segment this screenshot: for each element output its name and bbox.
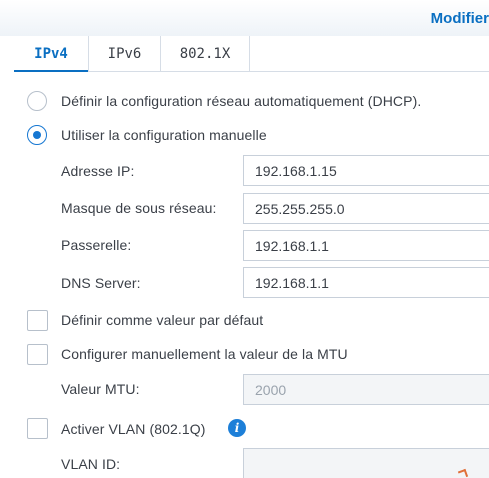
gateway-label: Passerelle: <box>61 237 132 253</box>
vlan-checkbox-label: Activer VLAN (802.1Q) <box>61 421 206 437</box>
manual-mtu-checkbox[interactable] <box>27 344 48 365</box>
info-icon[interactable]: i <box>228 419 246 437</box>
dns-server-label: DNS Server: <box>61 275 141 291</box>
manual-mtu-checkbox-label: Configurer manuellement la valeur de la … <box>61 346 348 362</box>
mtu-value-label: Valeur MTU: <box>61 381 140 397</box>
dhcp-radio-label: Définir la configuration réseau automati… <box>61 93 422 109</box>
ip-address-label: Adresse IP: <box>61 163 135 179</box>
default-value-checkbox-label: Définir comme valeur par défaut <box>61 312 264 328</box>
subnet-mask-value: 255.255.255.0 <box>255 200 345 217</box>
tab-ipv4[interactable]: IPv4 <box>14 36 89 72</box>
tab-ipv6[interactable]: IPv6 <box>89 36 161 71</box>
ip-address-value: 192.168.1.15 <box>255 162 337 179</box>
mtu-value: 2000 <box>255 381 287 398</box>
vlan-checkbox[interactable] <box>27 418 48 439</box>
subnet-mask-label: Masque de sous réseau: <box>61 200 217 216</box>
vlan-id-input[interactable] <box>243 448 489 478</box>
vlan-id-label: VLAN ID: <box>61 456 121 472</box>
manual-config-radio-label: Utiliser la configuration manuelle <box>61 127 267 143</box>
tab-802-1x[interactable]: 802.1X <box>161 36 250 71</box>
window-titlebar: Modifier <box>0 0 489 36</box>
subnet-mask-input[interactable]: 255.255.255.0 <box>243 193 489 224</box>
gateway-input[interactable]: 192.168.1.1 <box>243 230 489 261</box>
default-value-checkbox[interactable] <box>27 310 48 331</box>
gateway-value: 192.168.1.1 <box>255 237 329 254</box>
ip-address-input[interactable]: 192.168.1.15 <box>243 155 489 186</box>
mtu-value-input[interactable]: 2000 <box>243 374 489 405</box>
manual-config-radio[interactable] <box>27 125 47 145</box>
tab-bar: IPv4 IPv6 802.1X <box>14 36 489 72</box>
dns-server-input[interactable]: 192.168.1.1 <box>243 267 489 298</box>
dhcp-radio[interactable] <box>27 91 47 111</box>
dns-server-value: 192.168.1.1 <box>255 274 329 291</box>
window-title: Modifier <box>430 10 489 27</box>
